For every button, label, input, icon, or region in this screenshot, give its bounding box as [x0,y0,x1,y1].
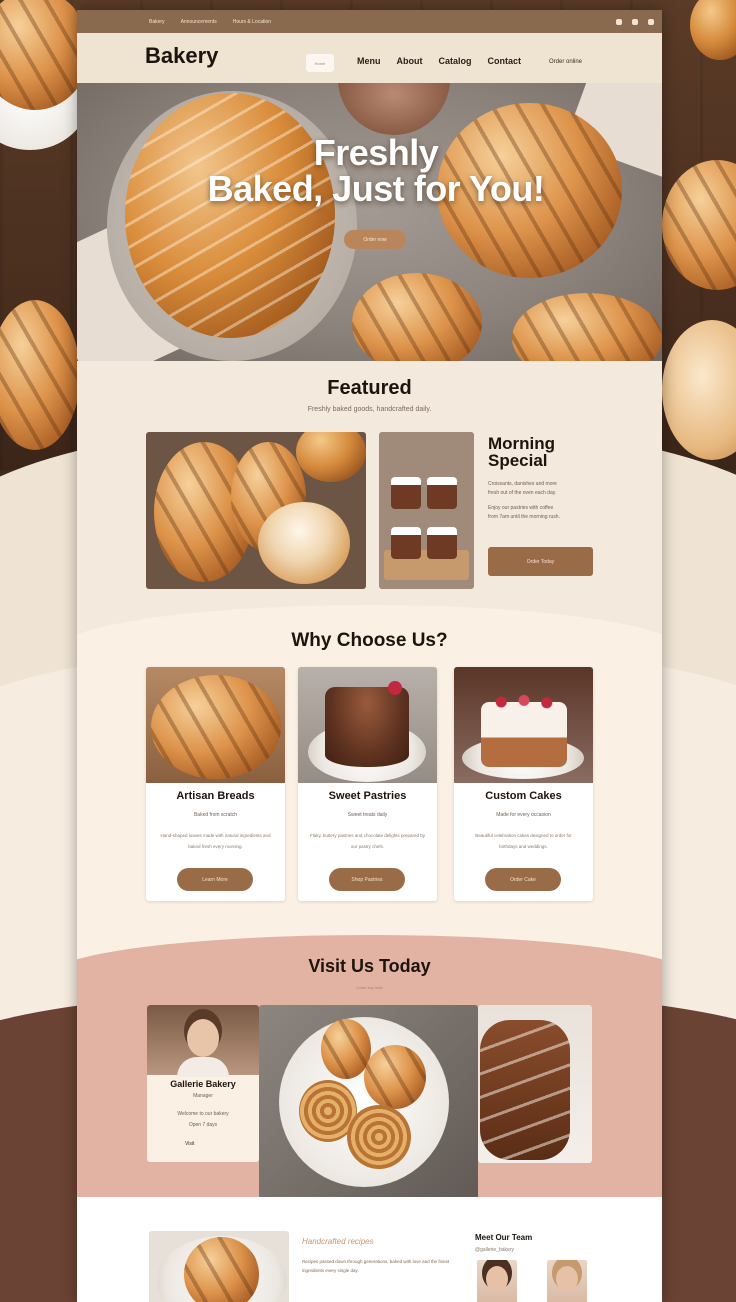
card-button[interactable]: Order Cake [485,868,561,891]
bread-image [146,667,285,783]
morning-special-text: from 7am until the morning rush. [488,514,560,520]
face [486,1266,508,1292]
staff-role: Manager [193,1093,213,1099]
visit-subtitle: Come say hello [355,985,384,990]
card-body: Beautiful celebration cakes designed to … [475,833,572,849]
team-member-photo[interactable] [547,1260,587,1302]
layer-cake [481,702,567,767]
chocolate-bowl-image [338,83,450,135]
card-title: Artisan Breads [176,790,255,802]
donut-image [258,502,350,584]
hero-title-line1: Freshly [313,132,439,173]
visit-link[interactable]: Visit [185,1141,194,1147]
berry-topping [486,694,562,710]
recipes-heading: Handcrafted recipes [302,1237,374,1246]
card-title: Sweet Pastries [328,790,407,802]
bakery-webpage: Bakery Announcements Hours & Location Ba… [77,10,662,1302]
visit-heading: Visit Us Today [308,956,431,976]
staff-card[interactable]: Gallerie Bakery Manager Welcome to our b… [147,1005,259,1162]
mini-cake [427,527,457,559]
why-heading: Why Choose Us? [291,630,448,651]
featured-heading: Featured [327,377,412,399]
brand-logo[interactable]: Bakery [145,43,218,69]
morning-special-title: Morning Special [488,434,556,470]
topbar-item[interactable]: Announcements [181,19,217,25]
pastry-plate-image[interactable] [259,1005,478,1200]
instagram-icon[interactable] [632,18,638,25]
feature-card-breads[interactable]: Artisan Breads Baked from scratch Hand-s… [146,667,285,901]
mini-cake [391,477,421,509]
staff-photo [147,1005,259,1077]
nav-link-contact[interactable]: Contact [488,56,522,66]
nav-link-catalog[interactable]: Catalog [439,56,472,66]
staff-text: Open 7 days [188,1122,218,1128]
croissants-image[interactable] [146,432,366,589]
phone-icon[interactable] [616,18,622,25]
pastry-image [364,1045,426,1109]
card-body: Flaky, buttery pastries and chocolate de… [310,833,425,849]
croissant-image [512,293,662,361]
nav-link-menu[interactable]: Menu [357,56,381,66]
cinnamon-roll-image [347,1105,411,1169]
morning-special-text: fresh out of the oven each day. [488,490,557,496]
nav-link-about[interactable]: About [397,56,423,66]
hero-title-line2: Baked, Just for You! [207,168,545,209]
team-member-photo[interactable] [477,1260,517,1302]
sourdough-loaf-image [125,93,335,338]
card-subtitle: Baked from scratch [193,812,238,818]
pastry-image [321,1019,371,1079]
staff-face [187,1019,219,1057]
cakes-image[interactable] [379,432,474,589]
staff-name: Gallerie Bakery [170,1079,236,1089]
card-button[interactable]: Shop Pastries [329,868,405,891]
morning-special-text: Croissants, danishes and more [488,481,557,487]
bread-loaf-image[interactable] [478,1005,592,1163]
bread-plate-image[interactable] [149,1231,289,1302]
loaf [480,1020,570,1160]
navbar: Bakery Home Menu About Catalog Contact O… [77,33,662,83]
chocolate-cake [325,687,409,767]
croissant-image [151,675,281,779]
team-heading: Meet Our Team [475,1233,533,1242]
face [556,1266,578,1292]
morning-special-text: Enjoy our pastries with coffee [488,505,554,511]
recipes-text: Recipes passed down through generations,… [302,1259,450,1273]
morning-order-button[interactable]: Order Today [488,547,593,576]
team-handle: @gallerie_bakery [475,1247,514,1253]
croissant-image [352,273,482,361]
nav-links: Menu About Catalog Contact [357,56,521,66]
featured-subtitle: Freshly baked goods, handcrafted daily. [307,406,432,413]
social-icons [616,18,654,25]
mini-cake [427,477,457,509]
card-subtitle: Made for every occasion [496,812,551,818]
hero-title: Freshly Baked, Just for You! [77,135,662,207]
card-subtitle: Sweet treats daily [347,812,388,818]
custom-cake-image [454,667,593,783]
topbar-item[interactable]: Hours & Location [233,19,271,25]
topbar-item[interactable]: Bakery [149,19,165,25]
nav-home-button[interactable]: Home [306,54,334,72]
bread-image [184,1237,259,1302]
card-button[interactable]: Learn More [177,868,253,891]
staff-shirt [177,1057,229,1077]
hero-order-button[interactable]: Order now [344,230,406,249]
feature-card-pastries[interactable]: Sweet Pastries Sweet treats daily Flaky,… [298,667,437,901]
card-title: Custom Cakes [485,790,562,802]
chocolate-cake-image [298,667,437,783]
bottom-section: Handcrafted recipes Recipes passed down … [77,1197,662,1302]
raspberry [388,681,402,695]
staff-text: Welcome to our bakery [177,1111,229,1117]
feature-card-cakes[interactable]: Custom Cakes Made for every occasion Bea… [454,667,593,901]
card-body: Hand-shaped loaves made with natural ing… [160,833,271,849]
cart-icon[interactable] [648,18,654,25]
top-bar: Bakery Announcements Hours & Location [77,10,662,33]
nav-order-link[interactable]: Order online [549,59,582,65]
hero-banner: Freshly Baked, Just for You! Order now [77,83,662,361]
mini-cake [391,527,421,559]
bread-image [296,432,366,482]
